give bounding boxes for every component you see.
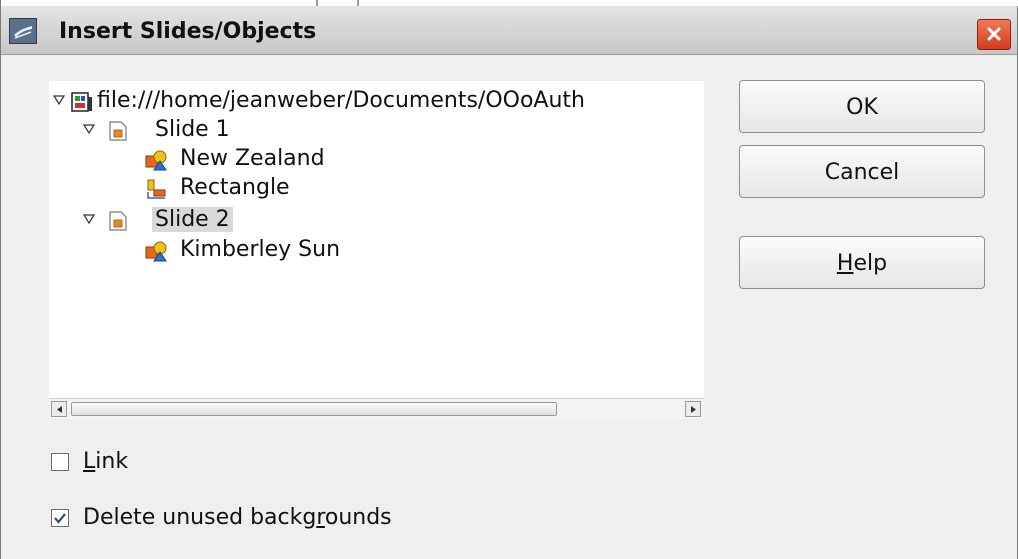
document-file-icon (71, 92, 92, 112)
cancel-button[interactable]: Cancel (739, 145, 985, 198)
tree-object-label: Rectangle (180, 175, 290, 200)
scrollbar-thumb[interactable] (71, 402, 557, 416)
app-icon (9, 18, 37, 44)
close-icon (987, 27, 1001, 41)
link-label-rest: ink (95, 449, 129, 474)
delete-unused-backgrounds-checkbox[interactable] (51, 509, 69, 527)
tree-object-label: New Zealand (180, 146, 325, 171)
tree-root-label: file:///home/jeanweber/Documents/OOoAuth (97, 88, 585, 113)
ok-button[interactable]: OK (739, 80, 985, 133)
delete-label-before: Delete unused backg (83, 505, 317, 530)
scroll-left-button[interactable] (51, 401, 67, 417)
slide-icon (109, 211, 127, 231)
expander-down-icon[interactable] (53, 95, 65, 105)
shapes-object-icon (145, 241, 167, 262)
link-mnemonic: L (83, 449, 96, 474)
delete-label-after: ounds (324, 505, 392, 530)
shapes-object-icon (145, 150, 167, 171)
delete-mnemonic: r (316, 505, 325, 530)
close-button[interactable] (977, 19, 1011, 50)
checkmark-icon (54, 513, 66, 524)
tree-slide-label: Slide 1 (155, 117, 230, 142)
tree-slide-label-selected: Slide 2 (152, 207, 233, 232)
dialog-title: Insert Slides/Objects (59, 19, 317, 44)
help-label-rest: elp (853, 251, 888, 276)
slide-icon (109, 121, 127, 141)
horizontal-scrollbar[interactable] (49, 398, 704, 419)
rectangle-object-icon (147, 179, 166, 199)
title-bar[interactable]: Insert Slides/Objects (1, 6, 1017, 55)
arrow-left-icon (57, 406, 62, 413)
insert-slides-dialog: Insert Slides/Objects file:///home/jeanw… (0, 0, 1018, 559)
expander-down-icon[interactable] (83, 124, 95, 134)
delete-unused-backgrounds-label: Delete unused backgrounds (83, 503, 392, 533)
tree-root-item[interactable]: file:///home/jeanweber/Documents/OOoAuth (49, 86, 704, 116)
link-checkbox[interactable] (51, 453, 69, 471)
scroll-right-button[interactable] (685, 401, 701, 417)
help-button[interactable]: Help (739, 236, 985, 289)
arrow-right-icon (691, 406, 696, 413)
help-mnemonic: H (836, 251, 854, 276)
tree-object-label: Kimberley Sun (180, 237, 341, 262)
expander-down-icon[interactable] (83, 214, 95, 224)
link-label: Link (83, 447, 128, 477)
slides-objects-tree[interactable]: file:///home/jeanweber/Documents/OOoAuth… (49, 81, 704, 419)
